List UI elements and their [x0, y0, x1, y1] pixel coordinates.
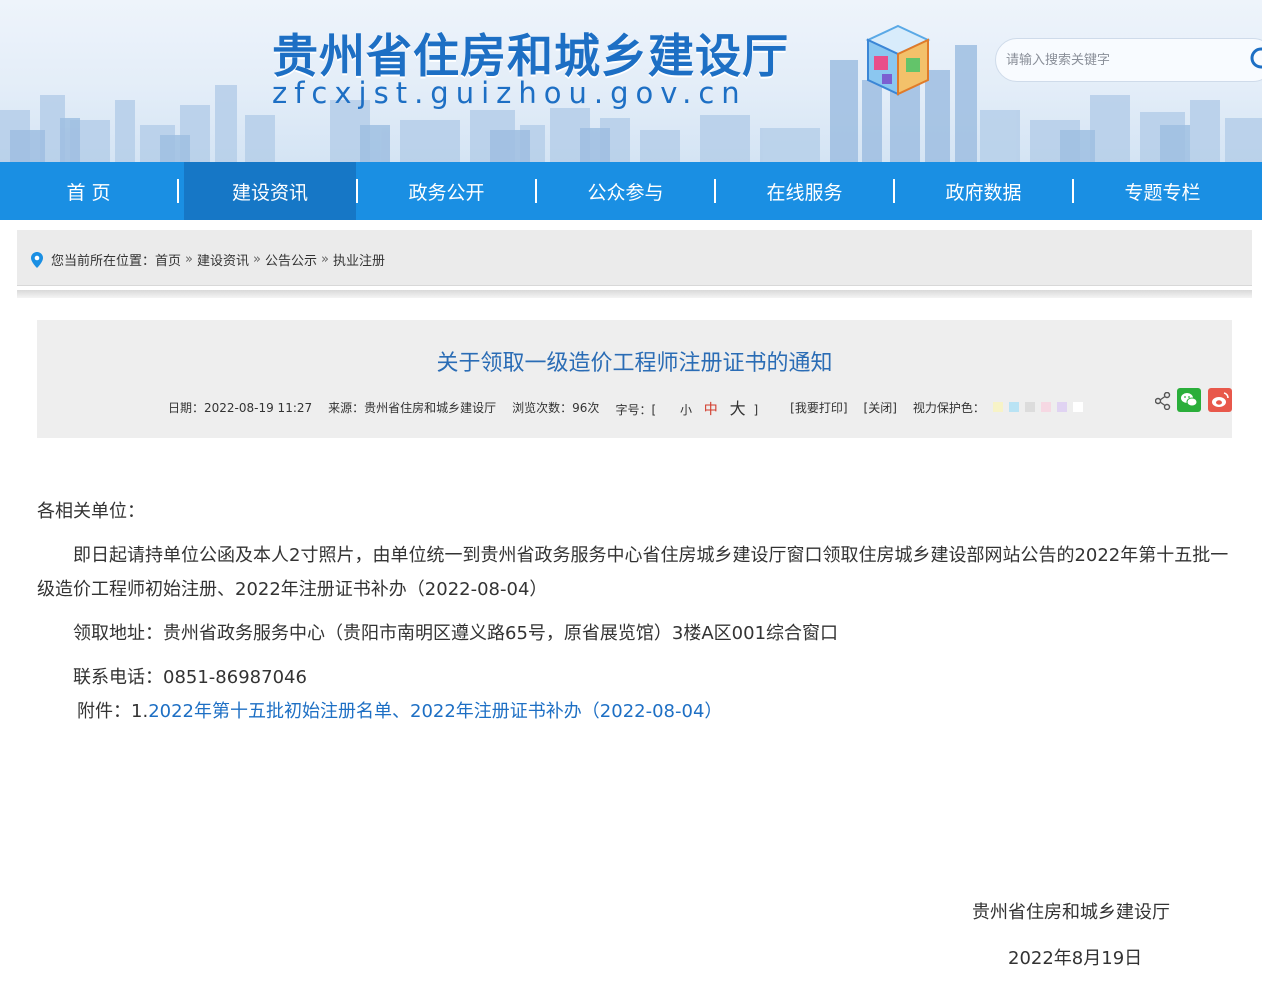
nav-item-special-topics[interactable]: 专题专栏	[1074, 162, 1251, 220]
print-link[interactable]: [我要打印]	[790, 399, 847, 416]
attachment-line: 附件：1.2022年第十五批初始注册名单、2022年注册证书补办（2022-08…	[37, 695, 1232, 729]
site-domain: zfcxjst.guizhou.gov.cn	[272, 76, 747, 110]
eye-care-swatch-pink[interactable]	[1040, 402, 1051, 412]
font-size-control: 字号：[ 小 中 大 ]	[615, 395, 774, 419]
eye-care-label: 视力保护色：	[912, 400, 985, 415]
eye-care-swatch-blue[interactable]	[1008, 402, 1019, 412]
breadcrumb: 您当前所在位置： 首页 » 建设资讯 » 公告公示 » 执业注册	[31, 250, 385, 269]
contact-phone: 联系电话：0851-86987046	[73, 667, 307, 688]
share-icon[interactable]	[1155, 392, 1171, 410]
nav-item-public-participation[interactable]: 公众参与	[537, 162, 714, 220]
attachment-label: 附件：1.	[77, 701, 149, 722]
article-header: 关于领取一级造价工程师注册证书的通知 日期：2022-08-19 11:27 来…	[37, 320, 1232, 438]
font-size-close-bracket: ]	[753, 403, 759, 417]
breadcrumb-separator: »	[321, 252, 329, 267]
breadcrumb-separator: »	[253, 252, 261, 267]
main-nav: 首 页 建设资讯 政务公开 公众参与 在线服务 政府数据 专题专栏	[0, 162, 1262, 220]
nav-item-government-affairs[interactable]: 政务公开	[358, 162, 535, 220]
signature-date: 2022年8月19日	[1008, 948, 1143, 969]
article-paragraph: 即日起请持单位公函及本人2寸照片，由单位统一到贵州省政务服务中心省住房城乡建设厅…	[37, 545, 1229, 600]
meta-views: 浏览次数：96次	[512, 400, 600, 415]
breadcrumb-link-practice-registration[interactable]: 执业注册	[333, 250, 385, 269]
article-title: 关于领取一级造价工程师注册证书的通知	[436, 351, 833, 376]
nav-item-home[interactable]: 首 页	[0, 162, 177, 220]
pickup-address: 领取地址：贵州省政务服务中心（贵阳市南明区遵义路65号，原省展览馆）3楼A区00…	[73, 623, 839, 644]
nav-divider	[177, 179, 179, 203]
search-box	[995, 38, 1262, 82]
nav-item-government-data[interactable]: 政府数据	[895, 162, 1072, 220]
nav-item-online-services[interactable]: 在线服务	[716, 162, 893, 220]
font-size-small-button[interactable]: 小	[680, 403, 692, 417]
weibo-share-icon[interactable]	[1208, 388, 1232, 412]
eye-care-swatches	[992, 402, 1083, 412]
breadcrumb-bar: 您当前所在位置： 首页 » 建设资讯 » 公告公示 » 执业注册	[17, 230, 1252, 286]
breadcrumb-link-announcements[interactable]: 公告公示	[265, 250, 317, 269]
breadcrumb-shadow	[17, 290, 1252, 298]
search-input[interactable]	[1006, 50, 1226, 70]
nav-item-construction-news[interactable]: 建设资讯	[184, 162, 356, 220]
breadcrumb-prefix: 您当前所在位置：	[51, 254, 156, 269]
breadcrumb-separator: »	[185, 252, 193, 267]
wechat-share-icon[interactable]	[1177, 388, 1201, 412]
wechat-glyph-icon	[1181, 393, 1198, 407]
close-link[interactable]: [关闭]	[864, 399, 897, 416]
signature-organization: 贵州省住房和城乡建设厅	[972, 902, 1170, 923]
article-meta: 日期：2022-08-19 11:27 来源：贵州省住房和城乡建设厅 浏览次数：…	[168, 395, 1099, 419]
font-size-medium-button[interactable]: 中	[704, 402, 718, 418]
breadcrumb-link-construction-news[interactable]: 建设资讯	[197, 250, 249, 269]
font-size-label: 字号：[	[615, 403, 657, 417]
eye-care-swatch-white[interactable]	[1072, 402, 1083, 412]
meta-source: 来源：贵州省住房和城乡建设厅	[328, 400, 497, 415]
article-salutation: 各相关单位：	[37, 501, 145, 522]
eye-care-swatch-gray[interactable]	[1024, 402, 1035, 412]
cube-logo-icon	[865, 24, 931, 96]
attachment-link[interactable]: 2022年第十五批初始注册名单、2022年注册证书补办（2022-08-04）	[148, 701, 722, 722]
weibo-glyph-icon	[1212, 392, 1229, 407]
search-icon[interactable]	[1248, 45, 1262, 75]
location-pin-icon	[31, 251, 43, 268]
breadcrumb-link-home[interactable]: 首页	[155, 250, 181, 269]
meta-date: 日期：2022-08-19 11:27	[168, 400, 313, 415]
header-banner: 贵州省住房和城乡建设厅 zfcxjst.guizhou.gov.cn	[0, 0, 1262, 162]
article-body: 各相关单位： 即日起请持单位公函及本人2寸照片，由单位统一到贵州省政务服务中心省…	[37, 495, 1232, 729]
eye-care-swatch-yellow[interactable]	[992, 402, 1003, 412]
font-size-large-button[interactable]: 大	[730, 399, 746, 418]
eye-care-swatch-purple[interactable]	[1056, 402, 1067, 412]
